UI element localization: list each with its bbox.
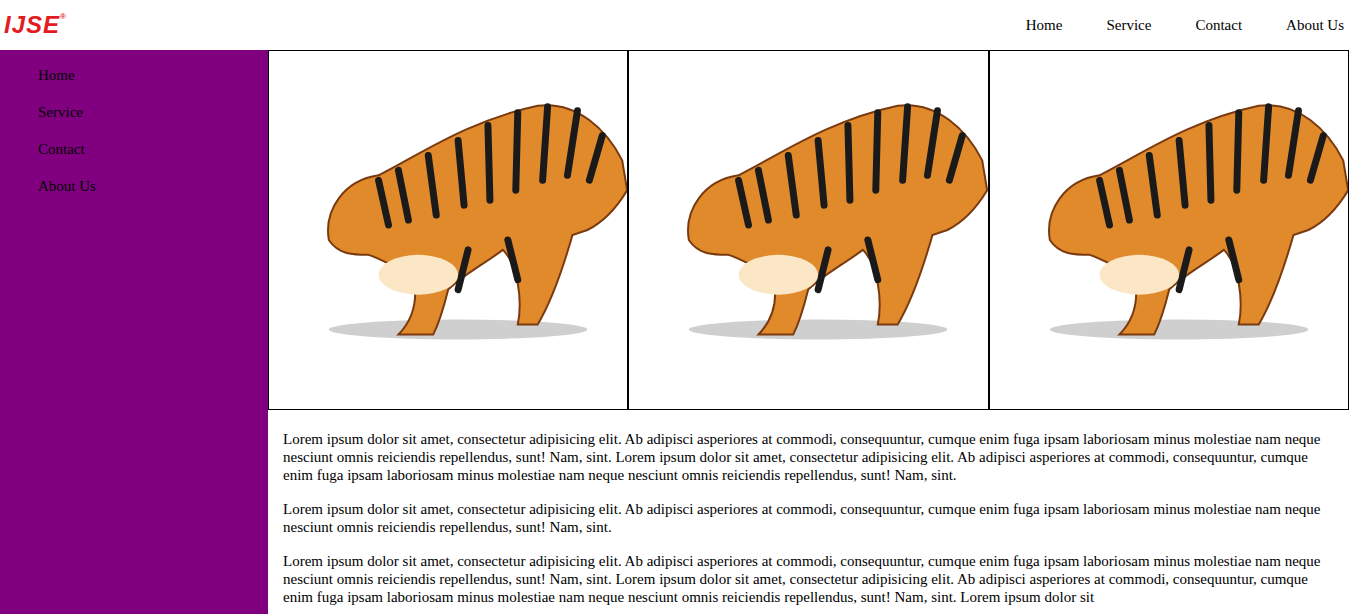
sidebar-item: Service (38, 102, 268, 139)
top-nav-link[interactable]: Contact (1195, 17, 1242, 33)
image-gallery (268, 50, 1349, 410)
paragraph: Lorem ipsum dolor sit amet, consectetur … (283, 430, 1331, 484)
top-nav-item: Contact (1195, 14, 1242, 37)
top-header: IJSE® Home Service Contact About Us (0, 0, 1349, 50)
sidebar-item: Home (38, 65, 268, 102)
main-content: Lorem ipsum dolor sit amet, consectetur … (268, 50, 1349, 614)
top-nav-link[interactable]: Home (1026, 17, 1063, 33)
top-nav-item: Home (1026, 14, 1063, 37)
text-content: Lorem ipsum dolor sit amet, consectetur … (268, 410, 1349, 606)
sidebar-link[interactable]: Service (38, 104, 83, 120)
logo-text[interactable]: IJSE (4, 11, 60, 38)
logo-mark: ® (60, 12, 67, 21)
gallery-image (628, 50, 988, 410)
tiger-picture (629, 51, 987, 409)
tiger-picture (990, 51, 1348, 409)
top-nav-link[interactable]: About Us (1286, 17, 1344, 33)
top-nav-item: About Us (1286, 14, 1344, 37)
gallery-image (268, 50, 628, 410)
sidebar-link[interactable]: Contact (38, 141, 85, 157)
logo[interactable]: IJSE® (0, 13, 67, 37)
top-nav-link[interactable]: Service (1106, 17, 1151, 33)
sidebar-item: About Us (38, 176, 268, 213)
top-nav-item: Service (1106, 14, 1151, 37)
sidebar: Home Service Contact About Us (0, 50, 268, 614)
top-nav: Home Service Contact About Us (982, 14, 1349, 37)
paragraph: Lorem ipsum dolor sit amet, consectetur … (283, 500, 1331, 536)
tiger-picture (269, 51, 627, 409)
page-body: Home Service Contact About Us Lorem ipsum d… (0, 50, 1349, 614)
sidebar-link[interactable]: About Us (38, 178, 96, 194)
gallery-image (989, 50, 1349, 410)
paragraph: Lorem ipsum dolor sit amet, consectetur … (283, 552, 1331, 606)
sidebar-item: Contact (38, 139, 268, 176)
sidebar-link[interactable]: Home (38, 67, 75, 83)
